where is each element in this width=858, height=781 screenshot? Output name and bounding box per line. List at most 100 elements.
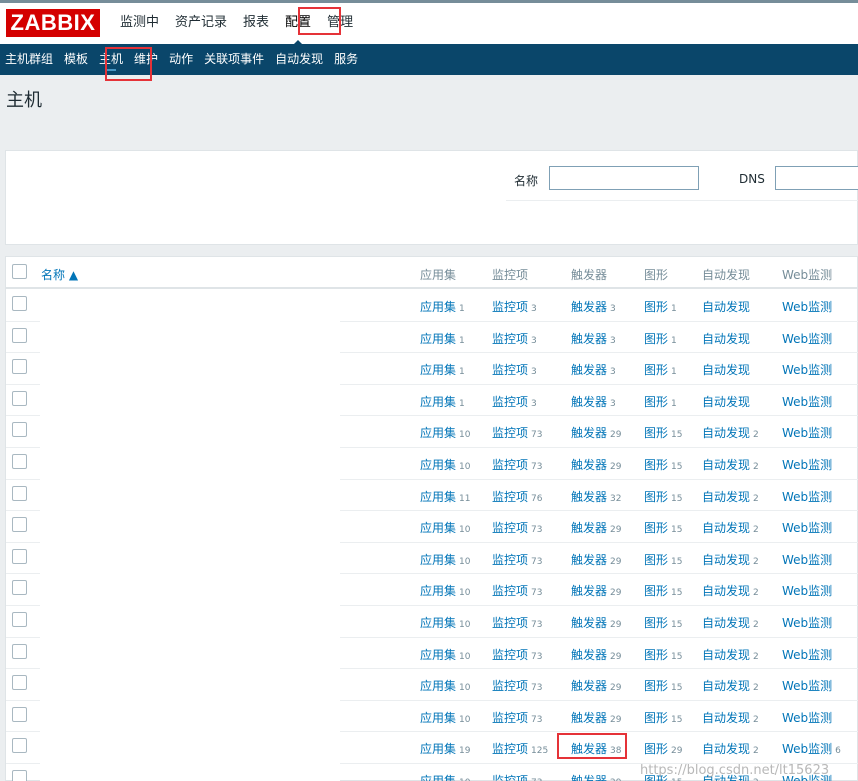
triggers-link[interactable]: 触发器 [571, 490, 607, 504]
triggers-link[interactable]: 触发器 [571, 679, 607, 693]
discovery-link[interactable]: 自动发现 [702, 490, 750, 504]
filter-name-input[interactable] [549, 166, 699, 190]
applications-link[interactable]: 应用集 [420, 711, 456, 725]
web-link[interactable]: Web监测 [782, 679, 832, 693]
main-nav-item[interactable]: 管理 [319, 3, 361, 44]
discovery-link[interactable]: 自动发现 [702, 648, 750, 662]
graphs-link[interactable]: 图形 [644, 742, 668, 756]
graphs-link[interactable]: 图形 [644, 426, 668, 440]
items-link[interactable]: 监控项 [492, 553, 528, 567]
applications-link[interactable]: 应用集 [420, 774, 456, 781]
applications-link[interactable]: 应用集 [420, 521, 456, 535]
applications-link[interactable]: 应用集 [420, 553, 456, 567]
sub-nav-item[interactable]: 维护 [129, 44, 164, 75]
items-link[interactable]: 监控项 [492, 774, 528, 781]
items-link[interactable]: 监控项 [492, 742, 528, 756]
row-checkbox[interactable] [12, 422, 27, 438]
graphs-link[interactable]: 图形 [644, 711, 668, 725]
sub-nav-item[interactable]: 服务 [329, 44, 364, 75]
items-link[interactable]: 监控项 [492, 395, 528, 409]
web-link[interactable]: Web监测 [782, 774, 832, 781]
graphs-link[interactable]: 图形 [644, 553, 668, 567]
applications-link[interactable]: 应用集 [420, 584, 456, 598]
row-checkbox[interactable] [12, 738, 27, 754]
discovery-link[interactable]: 自动发现 [702, 363, 750, 377]
web-link[interactable]: Web监测 [782, 363, 832, 377]
web-link[interactable]: Web监测 [782, 300, 832, 314]
main-nav-item[interactable]: 报表 [235, 3, 277, 44]
sub-nav-item[interactable]: 模板 [59, 44, 94, 75]
triggers-link[interactable]: 触发器 [571, 426, 607, 440]
graphs-link[interactable]: 图形 [644, 648, 668, 662]
items-link[interactable]: 监控项 [492, 679, 528, 693]
triggers-link[interactable]: 触发器 [571, 332, 607, 346]
web-link[interactable]: Web监测 [782, 426, 832, 440]
items-link[interactable]: 监控项 [492, 332, 528, 346]
sub-nav-item[interactable]: 自动发现 [270, 44, 329, 75]
discovery-link[interactable]: 自动发现 [702, 553, 750, 567]
applications-link[interactable]: 应用集 [420, 458, 456, 472]
triggers-link[interactable]: 触发器 [571, 584, 607, 598]
triggers-link[interactable]: 触发器 [571, 458, 607, 472]
discovery-link[interactable]: 自动发现 [702, 711, 750, 725]
sub-nav-item[interactable]: 主机群组 [0, 44, 59, 75]
web-link[interactable]: Web监测 [782, 521, 832, 535]
web-link[interactable]: Web监测 [782, 458, 832, 472]
discovery-link[interactable]: 自动发现 [702, 679, 750, 693]
row-checkbox[interactable] [12, 675, 27, 691]
select-all-checkbox[interactable] [12, 264, 27, 279]
row-checkbox[interactable] [12, 359, 27, 375]
web-link[interactable]: Web监测 [782, 553, 832, 567]
header-name[interactable]: 名称 ▲ [41, 266, 78, 283]
items-link[interactable]: 监控项 [492, 490, 528, 504]
row-checkbox[interactable] [12, 327, 27, 343]
triggers-link[interactable]: 触发器 [571, 616, 607, 630]
discovery-link[interactable]: 自动发现 [702, 616, 750, 630]
discovery-link[interactable]: 自动发现 [702, 584, 750, 598]
graphs-link[interactable]: 图形 [644, 332, 668, 346]
applications-link[interactable]: 应用集 [420, 395, 456, 409]
web-link[interactable]: Web监测 [782, 584, 832, 598]
row-checkbox[interactable] [12, 548, 27, 564]
triggers-link[interactable]: 触发器 [571, 742, 607, 756]
items-link[interactable]: 监控项 [492, 648, 528, 662]
row-checkbox[interactable] [12, 643, 27, 659]
row-checkbox[interactable] [12, 390, 27, 406]
graphs-link[interactable]: 图形 [644, 395, 668, 409]
items-link[interactable]: 监控项 [492, 521, 528, 535]
triggers-link[interactable]: 触发器 [571, 300, 607, 314]
triggers-link[interactable]: 触发器 [571, 363, 607, 377]
graphs-link[interactable]: 图形 [644, 774, 668, 781]
discovery-link[interactable]: 自动发现 [702, 395, 750, 409]
row-checkbox[interactable] [12, 706, 27, 722]
applications-link[interactable]: 应用集 [420, 426, 456, 440]
web-link[interactable]: Web监测 [782, 616, 832, 630]
main-nav-item[interactable]: 资产记录 [167, 3, 235, 44]
discovery-link[interactable]: 自动发现 [702, 774, 750, 781]
row-checkbox[interactable] [12, 517, 27, 533]
row-checkbox[interactable] [12, 454, 27, 469]
row-checkbox[interactable] [12, 580, 27, 596]
items-link[interactable]: 监控项 [492, 458, 528, 472]
applications-link[interactable]: 应用集 [420, 363, 456, 377]
triggers-link[interactable]: 触发器 [571, 521, 607, 535]
applications-link[interactable]: 应用集 [420, 300, 456, 314]
applications-link[interactable]: 应用集 [420, 679, 456, 693]
discovery-link[interactable]: 自动发现 [702, 521, 750, 535]
sub-nav-item[interactable]: 主机 [94, 44, 129, 75]
items-link[interactable]: 监控项 [492, 426, 528, 440]
web-link[interactable]: Web监测 [782, 648, 832, 662]
sub-nav-item[interactable]: 动作 [164, 44, 199, 75]
items-link[interactable]: 监控项 [492, 584, 528, 598]
discovery-link[interactable]: 自动发现 [702, 458, 750, 472]
applications-link[interactable]: 应用集 [420, 490, 456, 504]
main-nav-item[interactable]: 配置 [277, 3, 319, 47]
graphs-link[interactable]: 图形 [644, 679, 668, 693]
discovery-link[interactable]: 自动发现 [702, 742, 750, 756]
triggers-link[interactable]: 触发器 [571, 395, 607, 409]
main-nav-item[interactable]: 监测中 [112, 3, 167, 44]
triggers-link[interactable]: 触发器 [571, 711, 607, 725]
filter-dns-input[interactable] [775, 166, 858, 190]
items-link[interactable]: 监控项 [492, 363, 528, 377]
graphs-link[interactable]: 图形 [644, 300, 668, 314]
